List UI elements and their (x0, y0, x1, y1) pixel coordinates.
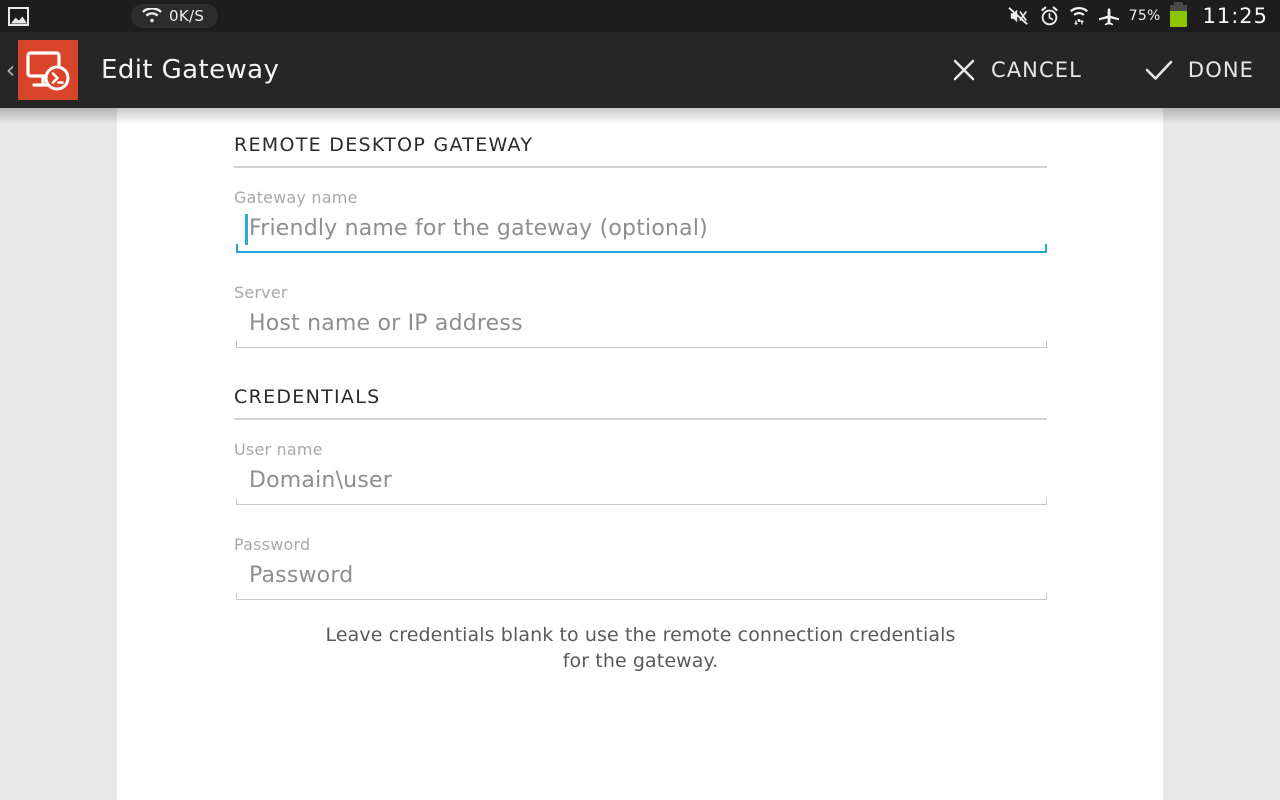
status-bar: 0K/S 75% 11:25 (0, 0, 1280, 32)
status-bar-left: 0K/S (0, 4, 219, 28)
wifi-data-icon (1069, 6, 1088, 25)
credentials-hint-line-1: Leave credentials blank to use the remot… (325, 624, 956, 646)
server-input[interactable]: Host name or IP address (236, 304, 1047, 348)
done-button[interactable]: DONE (1144, 49, 1254, 91)
section-heading-remote-desktop-gateway: REMOTE DESKTOP GATEWAY (234, 134, 534, 156)
field-underline (236, 341, 1047, 348)
password-placeholder: Password (249, 563, 354, 588)
field-label-gateway-name: Gateway name (234, 188, 358, 207)
wifi-icon (142, 8, 162, 23)
alarm-clock-icon (1041, 5, 1058, 25)
section-heading-credentials: CREDENTIALS (234, 386, 381, 408)
gateway-name-input[interactable]: Friendly name for the gateway (optional) (236, 209, 1047, 253)
section-divider (234, 418, 1047, 420)
network-speed-pill: 0K/S (131, 4, 219, 28)
back-chevron-icon[interactable]: ‹ (0, 58, 18, 82)
text-caret (245, 214, 248, 245)
network-speed-text: 0K/S (169, 6, 205, 25)
field-underline (236, 593, 1047, 600)
field-label-user-name: User name (234, 440, 323, 459)
field-user-name[interactable]: User name Domain\user (234, 440, 1047, 505)
credentials-hint-line-2: for the gateway. (562, 650, 719, 672)
field-password[interactable]: Password Password (234, 535, 1047, 600)
close-x-icon (953, 59, 975, 81)
gateway-form: REMOTE DESKTOP GATEWAY Gateway name Frie… (117, 108, 1163, 674)
field-gateway-name[interactable]: Gateway name Friendly name for the gatew… (234, 188, 1047, 253)
server-placeholder: Host name or IP address (249, 311, 523, 336)
field-underline-focused (236, 244, 1047, 253)
field-label-server: Server (234, 283, 288, 302)
action-bar: ‹ Edit Gateway CANCEL DONE (0, 32, 1280, 108)
done-label: DONE (1187, 58, 1254, 82)
page-title: Edit Gateway (101, 55, 280, 85)
gateway-name-placeholder: Friendly name for the gateway (optional) (249, 216, 708, 241)
airplane-mode-icon (1098, 8, 1119, 26)
password-input[interactable]: Password (236, 556, 1047, 600)
mute-vibrate-icon (1008, 7, 1028, 25)
user-name-input[interactable]: Domain\user (236, 461, 1047, 505)
status-bar-right: 75% 11:25 (1008, 2, 1280, 28)
cancel-label: CANCEL (990, 58, 1082, 82)
field-label-password: Password (234, 535, 311, 554)
status-clock: 11:25 (1202, 4, 1268, 28)
battery-percent: 75% (1128, 8, 1161, 24)
section-divider (234, 166, 1047, 168)
image-icon (8, 6, 29, 26)
field-server[interactable]: Server Host name or IP address (234, 283, 1047, 348)
field-underline (236, 498, 1047, 505)
credentials-hint: Leave credentials blank to use the remot… (234, 622, 1047, 674)
action-bar-buttons: CANCEL DONE (951, 49, 1280, 91)
cancel-button[interactable]: CANCEL (951, 49, 1082, 91)
remote-desktop-icon (18, 40, 78, 100)
checkmark-icon (1145, 60, 1173, 80)
user-name-placeholder: Domain\user (249, 468, 392, 493)
battery-icon (1170, 2, 1188, 27)
